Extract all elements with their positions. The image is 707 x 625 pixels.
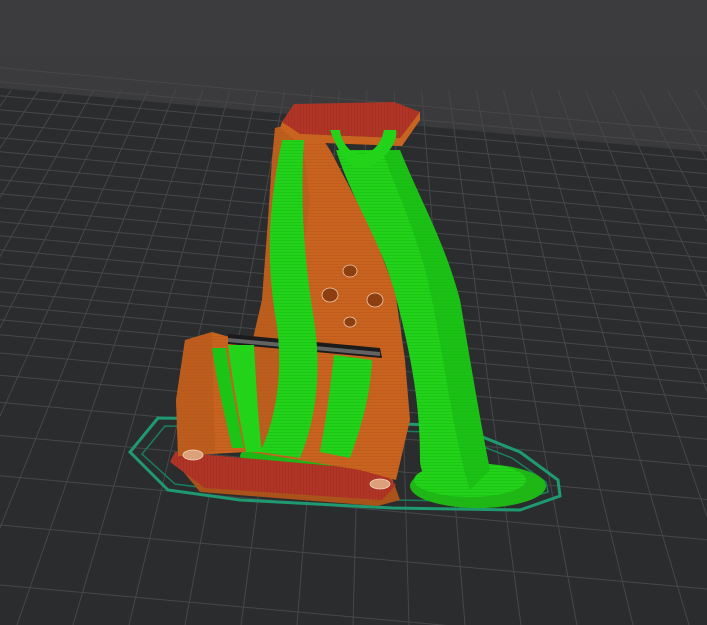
preview-scene[interactable] <box>0 0 707 625</box>
3d-preview-viewport[interactable] <box>0 0 707 625</box>
model-top-plate <box>282 102 420 138</box>
